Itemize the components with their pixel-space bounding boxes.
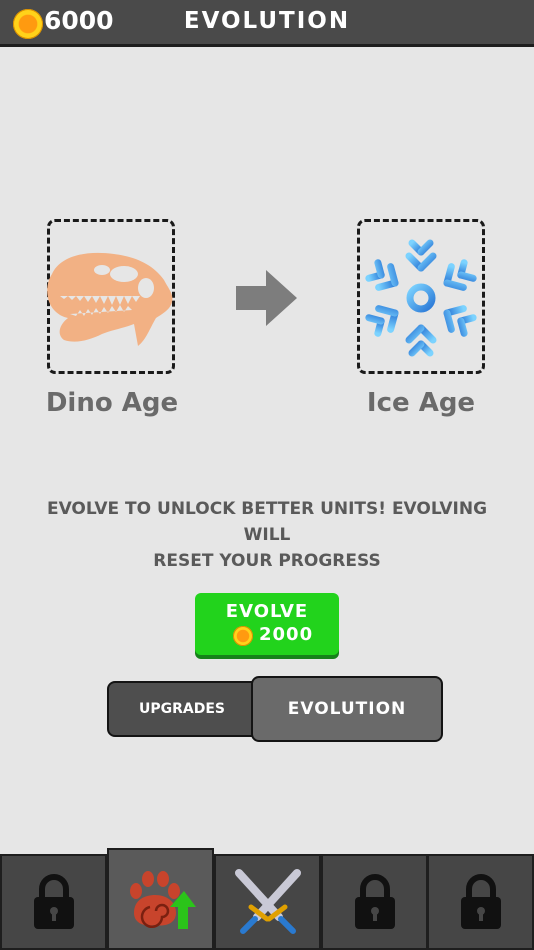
top-bar: 6000 EVOLUTION [0, 0, 534, 47]
snowflake-icon [356, 232, 486, 368]
nav-slot-3-battle[interactable] [214, 854, 321, 950]
dino-skull-icon [47, 252, 173, 346]
screen-title: EVOLUTION [183, 8, 351, 34]
nav-slot-1-locked[interactable] [0, 854, 107, 950]
current-age-label: Dino Age [45, 388, 179, 418]
current-age-card [47, 219, 175, 374]
paw-upgrade-icon [129, 871, 196, 929]
nav-slot-4-locked[interactable] [321, 854, 428, 950]
tab-evolution[interactable]: EVOLUTION [251, 676, 443, 742]
evolve-message-line1: EVOLVE TO UNLOCK BETTER UNITS! EVOLVING … [46, 499, 488, 545]
evolve-button[interactable]: EVOLVE 2000 [195, 593, 339, 655]
next-age-card [357, 219, 485, 374]
next-age-label: Ice Age [366, 388, 476, 418]
lock-icon [33, 874, 74, 929]
nav-slot-2-upgrade[interactable] [107, 848, 214, 950]
evolve-cost: 2000 [259, 624, 314, 645]
evolve-message: EVOLVE TO UNLOCK BETTER UNITS! EVOLVING … [30, 496, 504, 574]
coin-icon [233, 626, 253, 646]
evolve-message-line2: RESET YOUR PROGRESS [153, 551, 381, 571]
lock-icon [460, 874, 501, 929]
arrow-right-icon [236, 270, 297, 326]
bottom-nav [0, 848, 534, 950]
crossed-swords-icon [234, 869, 301, 934]
evolve-button-label: EVOLVE [225, 601, 309, 622]
nav-slot-5-locked[interactable] [427, 854, 534, 950]
lock-icon [354, 874, 395, 929]
